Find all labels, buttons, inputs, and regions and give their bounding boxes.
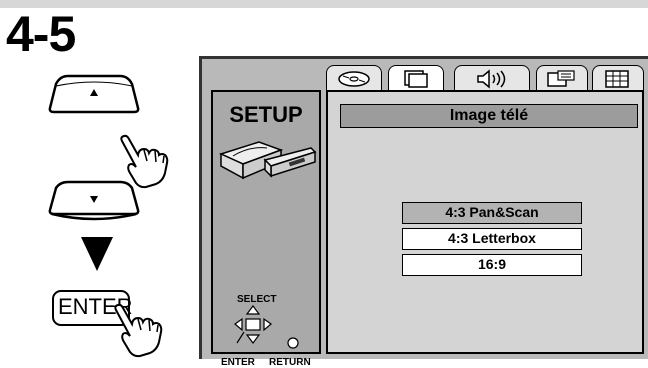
down-arrow-button[interactable] bbox=[48, 180, 140, 222]
step-label: 4-5 bbox=[6, 6, 76, 62]
next-step-arrow-icon bbox=[80, 236, 114, 272]
option-16-9[interactable]: 16:9 bbox=[402, 254, 582, 276]
option-letterbox[interactable]: 4:3 Letterbox bbox=[402, 228, 582, 250]
osd-screen: SETUP SELECT ENTER RETURN Image télé 4:3… bbox=[199, 56, 648, 368]
up-arrow-button-shape bbox=[48, 74, 140, 114]
player-illustration-icon bbox=[219, 132, 317, 182]
menu-content-panel: Image télé 4:3 Pan&Scan 4:3 Letterbox 16… bbox=[326, 90, 644, 354]
multi-screen-icon bbox=[547, 70, 575, 87]
tab-display[interactable] bbox=[536, 65, 588, 92]
down-arrow-button-shape bbox=[48, 180, 140, 221]
grid-icon bbox=[605, 70, 629, 88]
speaker-icon bbox=[477, 69, 506, 89]
hand-pointer-enter-icon bbox=[110, 302, 166, 358]
top-bar bbox=[0, 0, 648, 8]
select-label: SELECT bbox=[237, 294, 277, 305]
setup-title: SETUP bbox=[229, 102, 303, 127]
tv-screen-icon bbox=[404, 70, 428, 88]
tab-grid[interactable] bbox=[592, 65, 644, 92]
disc-icon bbox=[338, 71, 370, 87]
option-pan-scan[interactable]: 4:3 Pan&Scan bbox=[402, 202, 582, 224]
tab-audio[interactable] bbox=[454, 65, 530, 92]
tab-tv-screen[interactable] bbox=[388, 65, 444, 92]
menu-title: Image télé bbox=[340, 104, 638, 128]
up-arrow-button[interactable] bbox=[48, 74, 140, 114]
osd-screen-inner: SETUP SELECT ENTER RETURN Image télé 4:3… bbox=[202, 59, 648, 368]
dpad-icon bbox=[233, 305, 303, 357]
setup-side-panel: SETUP SELECT ENTER RETURN bbox=[211, 90, 321, 368]
tab-disc[interactable] bbox=[326, 65, 382, 92]
